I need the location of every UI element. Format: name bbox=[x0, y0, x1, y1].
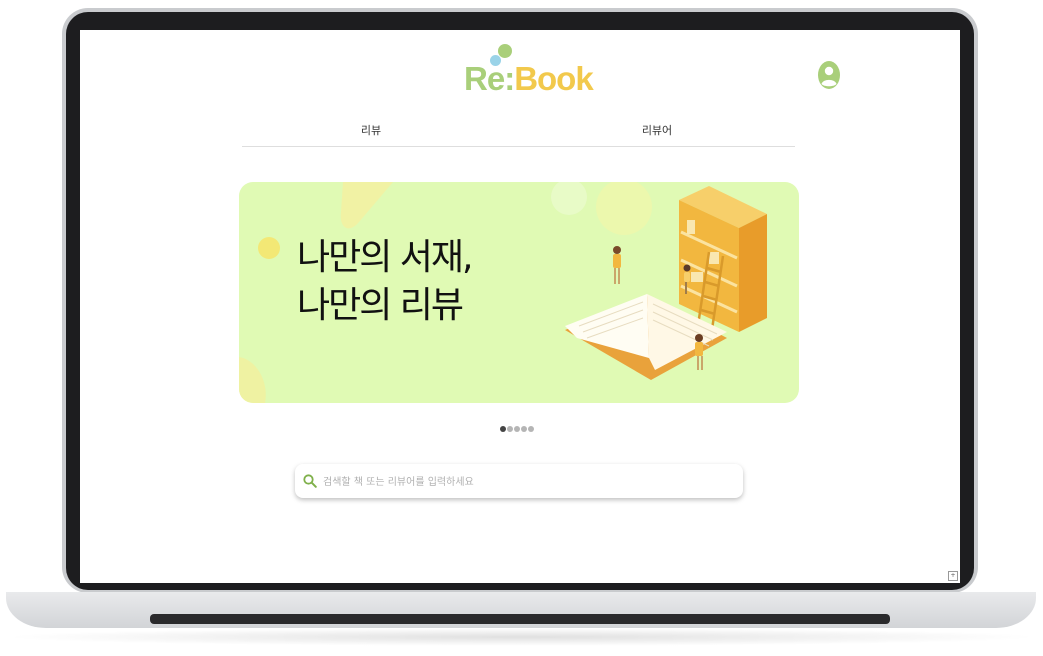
hero-banner[interactable]: 나만의 서재, 나만의 리뷰 bbox=[239, 182, 799, 403]
tab-reviewer[interactable]: 리뷰어 bbox=[587, 122, 727, 138]
carousel-dot-5[interactable] bbox=[528, 426, 534, 432]
search-input[interactable] bbox=[321, 471, 735, 493]
carousel-dot-1[interactable] bbox=[500, 426, 506, 432]
logo-bubble-green bbox=[498, 44, 512, 58]
logo-re-text: Re bbox=[464, 60, 505, 97]
banner-title: 나만의 서재, 나만의 리뷰 bbox=[297, 234, 473, 330]
main-nav: 리뷰 리뷰어 bbox=[242, 122, 795, 147]
resize-corner-icon: + bbox=[948, 571, 958, 581]
carousel-indicator bbox=[500, 417, 535, 432]
user-circle-icon[interactable] bbox=[817, 60, 841, 90]
laptop-keyboard-edge bbox=[150, 614, 890, 624]
logo-book-text: Book bbox=[514, 60, 593, 97]
search-bar[interactable] bbox=[295, 464, 743, 498]
carousel-dot-3[interactable] bbox=[514, 426, 520, 432]
laptop-shadow bbox=[0, 628, 1043, 646]
search-icon bbox=[303, 474, 317, 488]
rebook-logo[interactable]: Re:Book bbox=[464, 44, 594, 104]
tab-review[interactable]: 리뷰 bbox=[301, 122, 441, 138]
carousel-dot-2[interactable] bbox=[507, 426, 513, 432]
banner-title-line1: 나만의 서재, bbox=[297, 237, 473, 278]
browser-viewport: Re:Book 리뷰 리뷰어 나만의 서재, 나만의 리뷰 검색할 책 또는 리… bbox=[80, 30, 960, 583]
carousel-dot-4[interactable] bbox=[521, 426, 527, 432]
logo-colon-text: : bbox=[504, 60, 515, 97]
banner-title-line2: 나만의 리뷰 bbox=[297, 285, 464, 326]
logo-wordmark: Re:Book bbox=[464, 60, 594, 98]
